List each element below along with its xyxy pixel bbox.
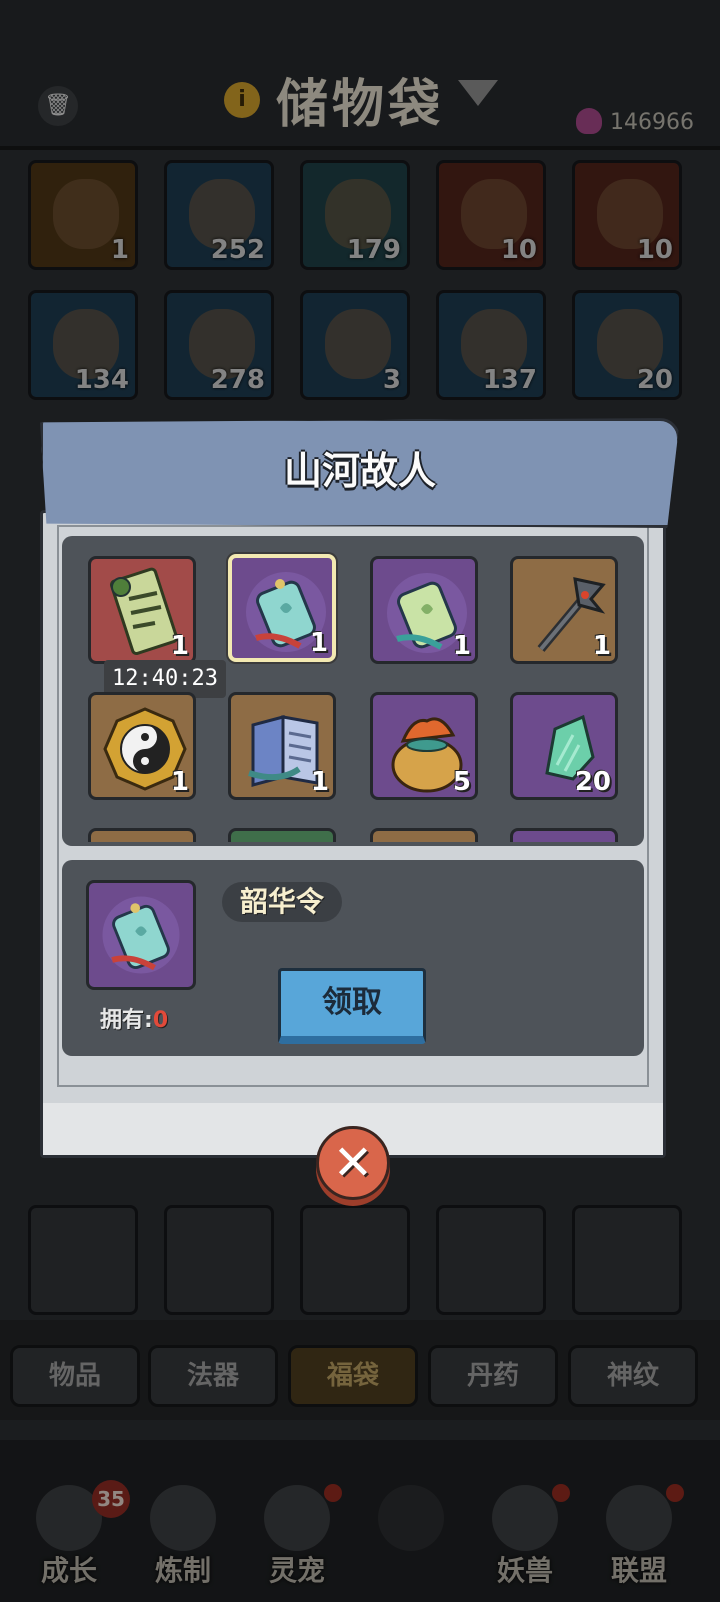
reward-item-selected[interactable]: 1: [228, 554, 336, 662]
reward-item-partial[interactable]: [370, 828, 478, 842]
reward-item[interactable]: 5: [370, 692, 478, 800]
jade-token-icon: [102, 896, 180, 974]
reward-item-partial[interactable]: [88, 828, 196, 842]
owned-count: 拥有:0: [100, 1002, 168, 1034]
reward-item-partial[interactable]: [228, 828, 336, 842]
owned-value: 0: [152, 1008, 169, 1033]
reward-item[interactable]: 1: [510, 556, 618, 664]
dialog-title: 山河故人: [283, 448, 436, 493]
owned-label: 拥有:: [100, 1008, 153, 1033]
close-button[interactable]: ✕: [316, 1126, 390, 1200]
close-icon: ✕: [332, 1135, 374, 1191]
reward-item[interactable]: 1: [228, 692, 336, 800]
claim-button[interactable]: 领取: [278, 968, 426, 1044]
selected-item-name: 韶华令: [222, 882, 343, 922]
reward-item[interactable]: 1: [370, 556, 478, 664]
reward-item[interactable]: 1: [88, 556, 196, 664]
reward-item[interactable]: 20: [510, 692, 618, 800]
reward-item[interactable]: 1: [88, 692, 196, 800]
reward-item-partial[interactable]: [510, 828, 618, 842]
selected-item-icon: [86, 880, 196, 990]
